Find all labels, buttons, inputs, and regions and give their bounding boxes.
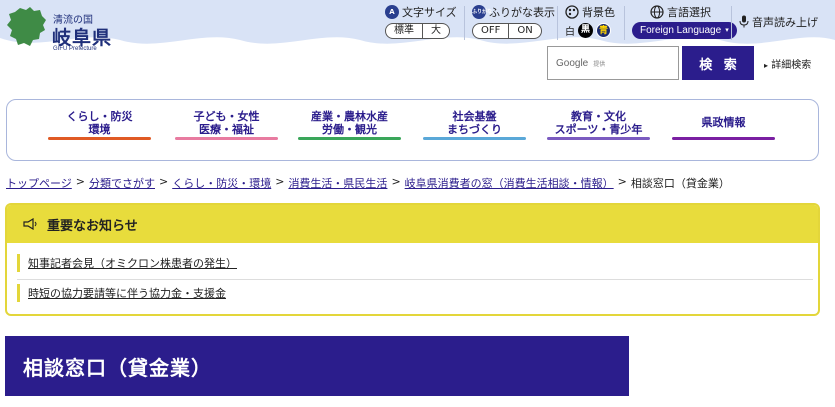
page-title: 相談窓口（貸金業） — [5, 336, 629, 396]
notice-header: 重要なお知らせ — [7, 205, 818, 243]
breadcrumb-link-consumer-life[interactable]: 消費生活・県民生活 — [288, 175, 387, 191]
font-size-standard-button[interactable]: 標準 — [385, 23, 423, 39]
nav-label: 子ども・女性 医療・福祉 — [193, 110, 260, 136]
nav-underline — [423, 137, 526, 140]
voice-tool[interactable]: 音声読み上げ — [739, 14, 818, 29]
breadcrumb-current: 相談窓口（貸金業） — [630, 177, 730, 190]
gifu-map-icon — [7, 7, 46, 46]
font-size-tool: A 文字サイズ 標準 大 — [385, 4, 457, 39]
nav-label: くらし・防災 環境 — [66, 110, 133, 136]
breadcrumb-separator: > — [75, 175, 85, 188]
notice-item: 知事記者会見（オミクロン株患者の発生） — [17, 253, 237, 273]
tool-divider — [464, 6, 465, 40]
nav-industry-tourism[interactable]: 産業・農林水産 労働・観光 — [298, 100, 401, 160]
breadcrumb: トップページ > 分類でさがす > くらし・防災・環境 > 消費生活・県民生活 … — [6, 175, 730, 191]
nav-prefectural-info[interactable]: 県政情報 — [672, 100, 775, 160]
tool-divider — [557, 6, 558, 40]
site-logo[interactable]: 清流の国 岐阜県 GIFU Prefecture — [6, 6, 126, 52]
breadcrumb-separator: > — [391, 175, 401, 188]
nav-label: 産業・農林水産 労働・観光 — [311, 110, 388, 136]
megaphone-icon — [23, 218, 37, 230]
nav-label: 教育・文化 スポーツ・青少年 — [554, 110, 643, 136]
site-header: 清流の国 岐阜県 GIFU Prefecture A 文字サイズ 標準 大 ふり… — [0, 0, 835, 52]
breadcrumb-link-consumer-window[interactable]: 岐阜県消費者の窓（消費生活相談・情報） — [405, 175, 614, 191]
language-tool: 言語選択 Foreign Language ▾ — [632, 4, 737, 39]
nav-children-welfare[interactable]: 子ども・女性 医療・福祉 — [175, 100, 278, 160]
tool-divider — [731, 6, 732, 40]
globe-icon — [650, 4, 664, 19]
nav-underline — [48, 137, 151, 140]
chevron-right-icon: ▸ — [764, 61, 769, 70]
bg-color-tool: 背景色 白 黒 青 — [565, 4, 615, 38]
breadcrumb-link-top[interactable]: トップページ — [6, 175, 72, 191]
advanced-search-link[interactable]: ▸ 詳細検索 — [764, 56, 811, 71]
logo-english: GIFU Prefecture — [53, 46, 97, 52]
furigana-label: ふりがな表示 — [489, 5, 555, 19]
bg-black-button[interactable]: 黒 — [578, 23, 593, 38]
breadcrumb-link-living[interactable]: くらし・防災・環境 — [172, 175, 271, 191]
foreign-language-label: Foreign Language — [640, 25, 722, 36]
breadcrumb-separator: > — [617, 175, 627, 188]
notice-title: 重要なお知らせ — [47, 218, 138, 234]
bg-white-button[interactable]: 白 — [565, 23, 575, 38]
notice-marker — [17, 254, 20, 272]
nav-label: 社会基盤 まちづくり — [447, 110, 502, 136]
search-input[interactable]: Google 提供 — [547, 46, 679, 80]
important-notice: 重要なお知らせ 知事記者会見（オミクロン株患者の発生） 時短の協力要請等に伴う協… — [5, 203, 820, 316]
furigana-tool: ふりがな ふりがな表示 OFF ON — [472, 4, 555, 39]
nav-education-culture[interactable]: 教育・文化 スポーツ・青少年 — [547, 100, 650, 160]
nav-underline — [672, 137, 775, 140]
google-brand: Google — [556, 57, 589, 69]
nav-underline — [298, 137, 401, 140]
font-size-icon: A — [385, 4, 399, 19]
notice-item: 時短の協力要請等に伴う協力金・支援金 — [17, 283, 226, 303]
palette-icon — [565, 4, 579, 19]
furigana-on-button[interactable]: ON — [509, 23, 542, 39]
furigana-icon: ふりがな — [472, 4, 492, 19]
font-size-label: 文字サイズ — [402, 5, 457, 19]
advanced-search-label: 詳細検索 — [771, 60, 812, 71]
notice-link-press-conference[interactable]: 知事記者会見（オミクロン株患者の発生） — [28, 255, 237, 271]
nav-underline — [547, 137, 650, 140]
notice-link-support-funds[interactable]: 時短の協力要請等に伴う協力金・支援金 — [28, 285, 226, 301]
nav-underline — [175, 137, 278, 140]
foreign-language-button[interactable]: Foreign Language ▾ — [632, 22, 737, 39]
notice-marker — [17, 284, 20, 302]
breadcrumb-separator: > — [275, 175, 285, 188]
tool-divider — [624, 6, 625, 40]
search-provider-note: 提供 — [593, 60, 606, 68]
breadcrumb-separator: > — [159, 175, 169, 188]
microphone-icon — [739, 15, 749, 28]
notice-divider — [17, 279, 813, 280]
search-button[interactable]: 検 索 — [682, 46, 754, 80]
furigana-off-button[interactable]: OFF — [472, 23, 510, 39]
nav-label: 県政情報 — [701, 116, 746, 129]
chevron-down-icon: ▾ — [725, 27, 729, 34]
global-nav: くらし・防災 環境 子ども・女性 医療・福祉 産業・農林水産 労働・観光 社会基… — [6, 99, 819, 161]
breadcrumb-link-category[interactable]: 分類でさがす — [89, 175, 155, 191]
bg-blue-button[interactable]: 青 — [596, 23, 611, 38]
nav-infrastructure[interactable]: 社会基盤 まちづくり — [423, 100, 526, 160]
language-label: 言語選択 — [667, 5, 711, 19]
nav-living-disaster[interactable]: くらし・防災 環境 — [48, 100, 151, 160]
font-size-large-button[interactable]: 大 — [423, 23, 450, 39]
bg-color-label: 背景色 — [582, 5, 615, 19]
voice-label: 音声読み上げ — [752, 15, 818, 29]
